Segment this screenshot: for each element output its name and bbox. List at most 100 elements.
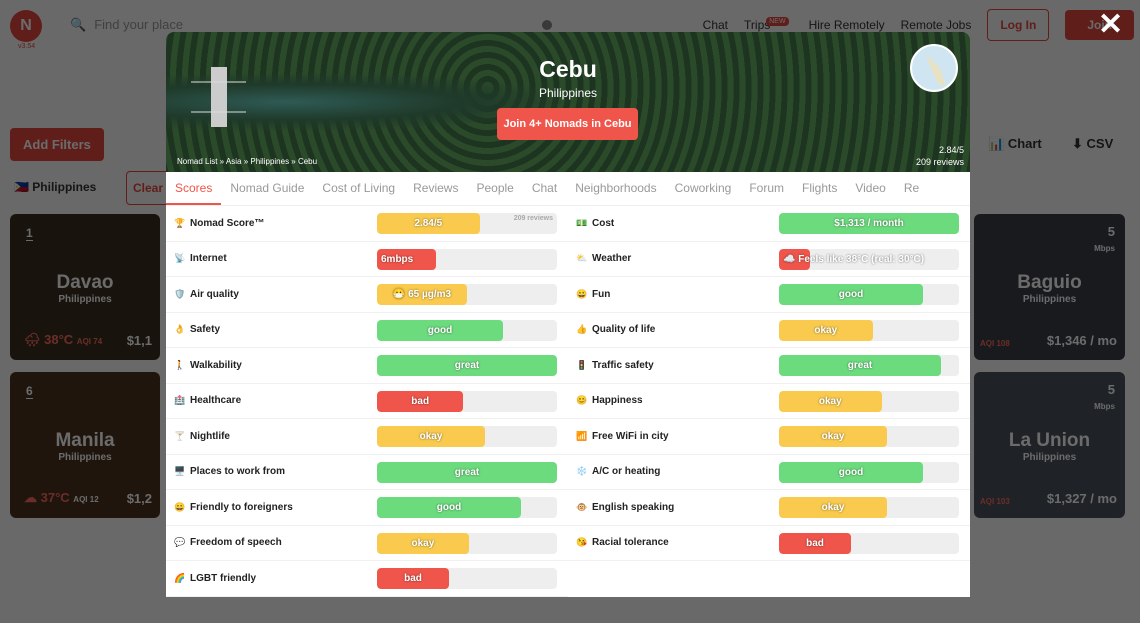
country-name: Philippines: [1022, 294, 1077, 305]
score-bar: great: [377, 461, 557, 483]
tab-reviews[interactable]: Reviews: [404, 172, 467, 205]
score-label: Freedom of speech: [190, 537, 282, 549]
score-row-air-quality[interactable]: 🛡️ Air quality 😷 65 µg/m3: [166, 277, 568, 313]
score-row-happiness[interactable]: 😊 Happiness okay: [568, 384, 970, 419]
tab-nomad-guide[interactable]: Nomad Guide: [221, 172, 313, 205]
score-icon: 😊: [576, 395, 588, 406]
score-row-weather[interactable]: ⛅ Weather ☁️ Feels like 38°C (real: 30°C): [568, 242, 970, 277]
clear-filters-button[interactable]: Clear: [126, 171, 171, 205]
search-bar[interactable]: 🔍 Find your place: [70, 18, 560, 31]
city-hero: Cebu Philippines Join 4+ Nomads in Cebu …: [166, 32, 970, 172]
breadcrumb[interactable]: Nomad List » Asia » Philippines » Cebu: [177, 157, 317, 166]
score-label: LGBT friendly: [190, 572, 257, 584]
tab-chat[interactable]: Chat: [523, 172, 566, 205]
tab-coworking[interactable]: Coworking: [666, 172, 741, 205]
score-row-cost[interactable]: 💵 Cost $1,313 / month: [568, 206, 970, 242]
chart-label: Chart: [1007, 136, 1042, 151]
aqi: AQI 12: [73, 495, 99, 504]
score-value: okay: [821, 502, 845, 513]
score-bar: great: [779, 355, 959, 376]
score-value: ☁️ Feels like 38°C (real: 30°C): [783, 253, 925, 265]
score-label: English speaking: [592, 501, 675, 513]
price: $1,2: [126, 491, 152, 506]
logo[interactable]: N: [10, 10, 42, 42]
score-value: okay: [419, 431, 443, 442]
score-bar: okay: [779, 426, 959, 447]
tab-video[interactable]: Video: [846, 172, 894, 205]
join-button[interactable]: Join: [1065, 10, 1134, 40]
score-icon: 🏥: [174, 395, 186, 406]
score-row-walkability[interactable]: 🚶 Walkability great: [166, 348, 568, 384]
city-card-la-union[interactable]: 5 Mbps La Union Philippines AQI 103 $1,32…: [974, 372, 1125, 518]
score-label: Healthcare: [190, 395, 242, 407]
score-bar: $1,313 / month: [779, 213, 959, 234]
score-row-freedom-of-speech[interactable]: 💬 Freedom of speech okay: [166, 526, 568, 561]
nav-hire-remotely[interactable]: Hire Remotely: [809, 19, 885, 31]
score-row-nightlife[interactable]: 🍸 Nightlife okay: [166, 419, 568, 455]
score-label: Safety: [190, 324, 221, 336]
score-row-fun[interactable]: 😀 Fun good: [568, 277, 970, 313]
score-bar: 2.84/5 209 reviews: [377, 213, 557, 234]
filter-chip-philippines[interactable]: 🇵🇭 Philippines: [14, 180, 96, 194]
tab-bar: Scores Nomad Guide Cost of Living Reviews Pe…: [166, 172, 970, 206]
csv-button[interactable]: ⬇ CSV: [1072, 136, 1113, 152]
score-value: bad: [806, 537, 824, 549]
score-value: 😷 65 µg/m3: [392, 289, 452, 300]
tab-scores[interactable]: Scores: [166, 172, 222, 205]
join-nomads-button[interactable]: Join 4+ Nomads in Cebu: [497, 108, 638, 140]
score-row-friendly-to-foreigners[interactable]: 😀 Friendly to foreigners good: [166, 490, 568, 526]
chart-button[interactable]: 📊 Chart: [988, 136, 1042, 152]
score-row-nomad-score[interactable]: 🏆 Nomad Score™ 2.84/5 209 reviews: [166, 206, 568, 242]
score-row-traffic-safety[interactable]: 🚦 Traffic safety great: [568, 348, 970, 384]
tab-neighborhoods[interactable]: Neighborhoods: [566, 172, 665, 205]
map-thumbnail[interactable]: [910, 44, 958, 92]
score-row-english-speaking[interactable]: 🐵 English speaking okay: [568, 490, 970, 526]
score-icon: 🐵: [576, 501, 588, 512]
score-icon: 📡: [174, 253, 186, 264]
tab-forum[interactable]: Forum: [740, 172, 793, 205]
score-icon: 💬: [174, 537, 186, 548]
tab-people[interactable]: People: [467, 172, 522, 205]
score-icon: 👍: [576, 324, 588, 335]
score-row-internet[interactable]: 📡 Internet 6mbps: [166, 242, 568, 277]
score-row-places-to-work-from[interactable]: 🖥️ Places to work from great: [166, 455, 568, 490]
score-label: Cost: [592, 217, 615, 229]
city-card-baguio[interactable]: 5 Mbps Baguio Philippines AQI 108 $1,346 …: [974, 214, 1125, 360]
score-row-quality-of-life[interactable]: 👍 Quality of life okay: [568, 313, 970, 348]
tab-flights[interactable]: Flights: [793, 172, 846, 205]
score-value: 6mbps: [381, 253, 414, 265]
score-row-racial-tolerance[interactable]: 😘 Racial tolerance bad: [568, 526, 970, 561]
nav-trips[interactable]: TripsNEW: [744, 16, 793, 32]
score-value: $1,313 / month: [834, 218, 904, 229]
tab-cost-of-living[interactable]: Cost of Living: [313, 172, 404, 205]
temp-value: 37°C: [40, 490, 70, 505]
search-input[interactable]: Find your place: [94, 18, 183, 31]
price: $1,1: [126, 333, 152, 348]
score-bar: bad: [377, 568, 557, 589]
score-row-lgbt-friendly[interactable]: 🌈 LGBT friendly bad: [166, 561, 568, 597]
nav-remote-jobs[interactable]: Remote Jobs: [901, 19, 972, 31]
score-row-safety[interactable]: 👌 Safety good: [166, 313, 568, 348]
score-row-free-wifi-in-city[interactable]: 📶 Free WiFi in city okay: [568, 419, 970, 455]
city-card-manila[interactable]: 6 Manila Philippines ☁ 37°C AQI 12 $1,2: [10, 372, 160, 518]
score-label: Friendly to foreigners: [190, 501, 293, 513]
clear-search-icon[interactable]: [542, 19, 552, 30]
score-icon: 🚦: [576, 359, 588, 370]
temperature: 🌧 38°C AQI 74: [24, 332, 103, 347]
speed-unit: Mbps: [1094, 402, 1115, 411]
city-modal: Cebu Philippines Join 4+ Nomads in Cebu …: [166, 32, 970, 597]
review-count: 209 reviews: [915, 157, 964, 167]
login-button[interactable]: Log In: [987, 9, 1050, 41]
score-label: Fun: [592, 288, 611, 300]
score-value: great: [847, 360, 873, 371]
tab-re[interactable]: Re: [895, 172, 928, 205]
city-name: Davao: [56, 272, 114, 293]
nav-chat[interactable]: Chat: [703, 19, 728, 31]
city-country: Philippines: [538, 86, 598, 100]
score-label: Happiness: [592, 395, 643, 407]
score-bar: okay: [779, 497, 959, 518]
score-row-healthcare[interactable]: 🏥 Healthcare bad: [166, 384, 568, 419]
score-row-a-c-or-heating[interactable]: ❄️ A/C or heating good: [568, 455, 970, 490]
add-filters-button[interactable]: Add Filters: [10, 128, 104, 161]
city-card-davao[interactable]: 1 Davao Philippines 🌧 38°C AQI 74 $1,1: [10, 214, 160, 360]
